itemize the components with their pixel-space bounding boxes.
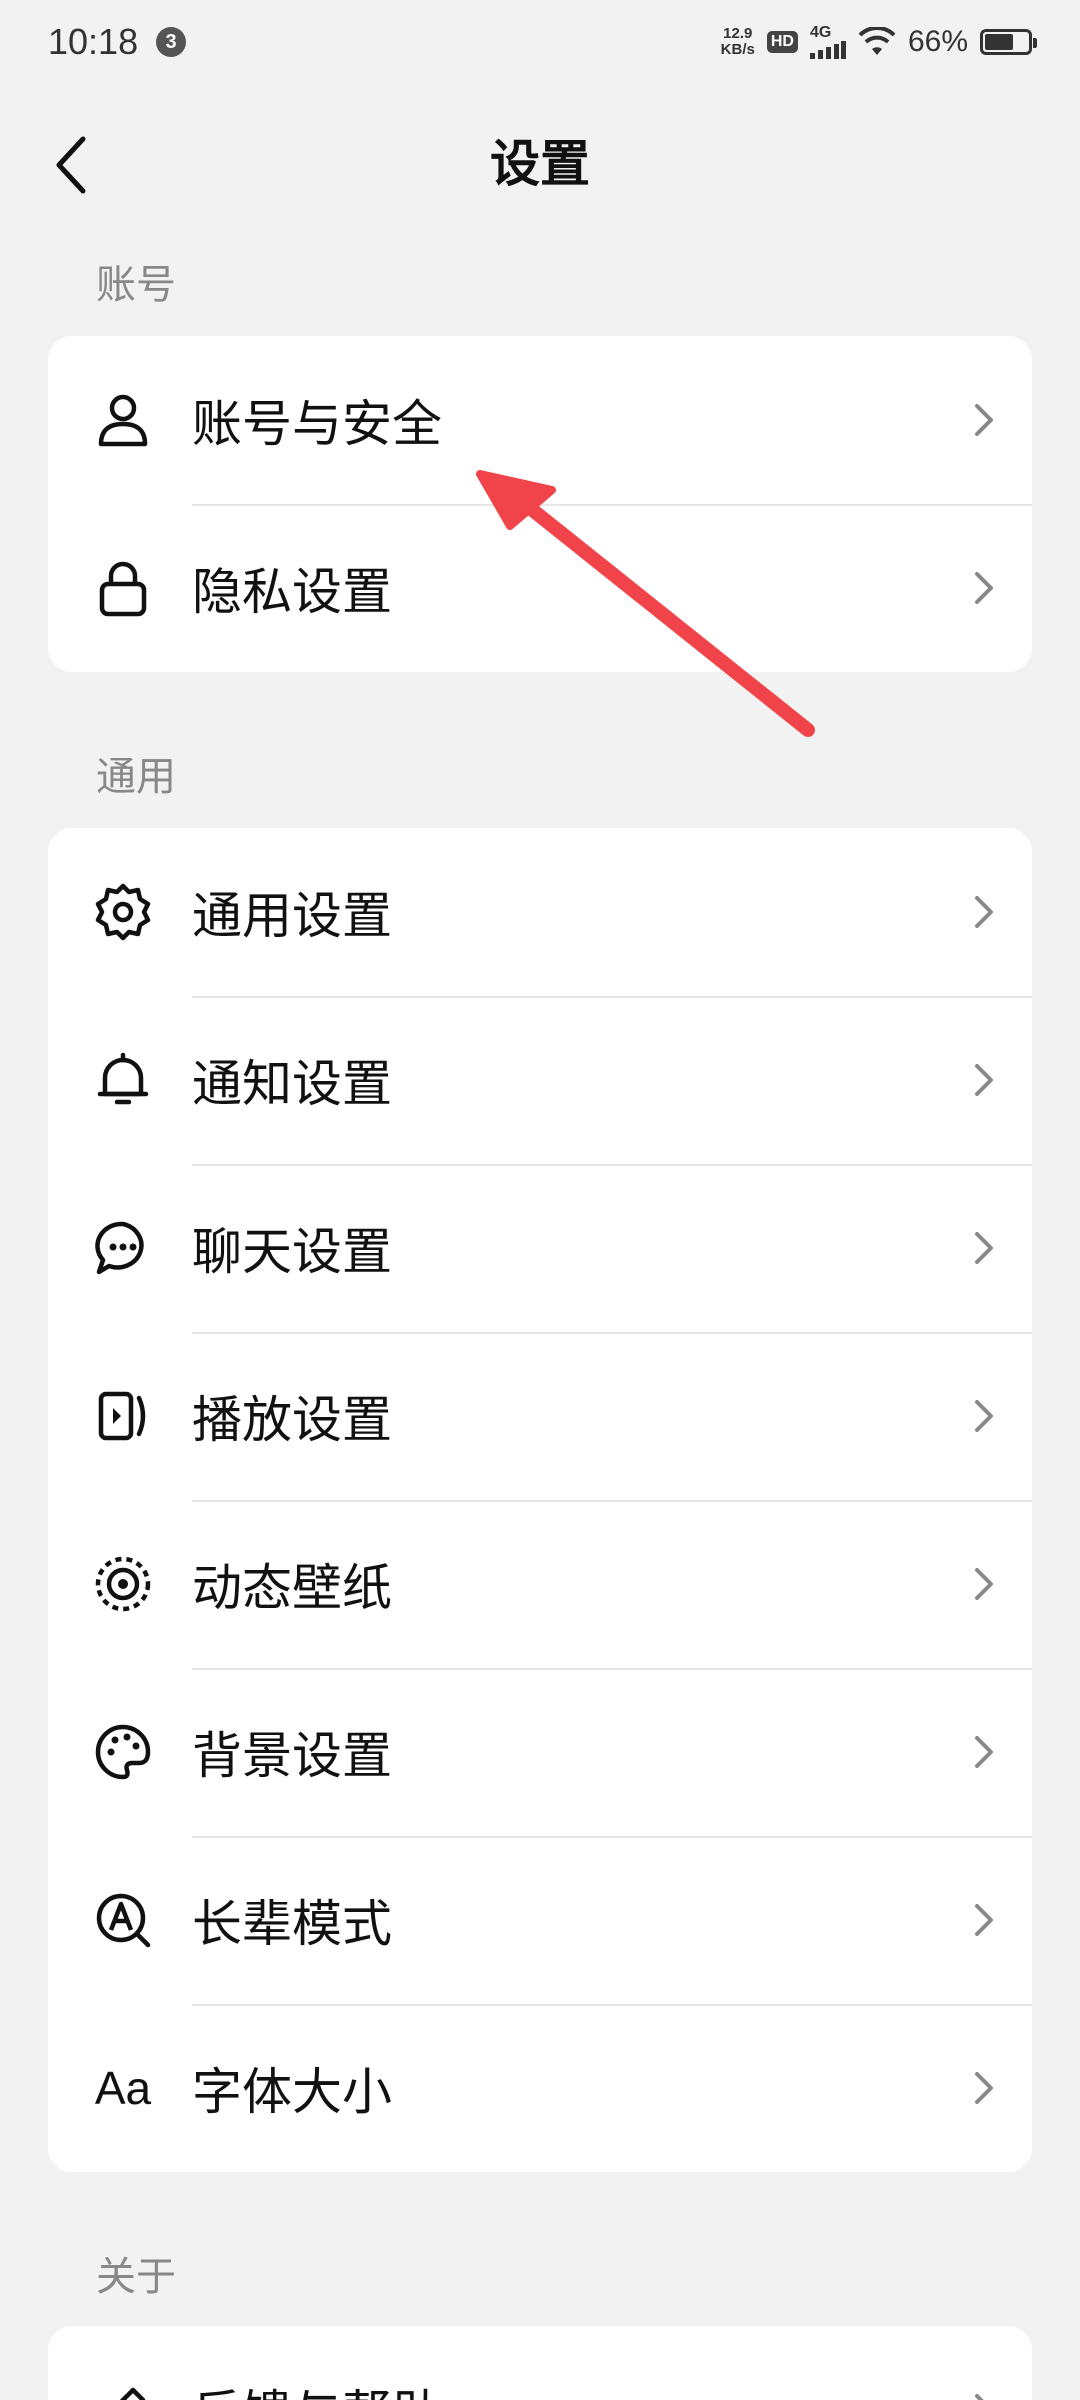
net-speed: 12.9 KB/s [721, 26, 755, 58]
font-size-icon-text: Aa [94, 2062, 152, 2114]
settings-item-label: 隐私设置 [192, 563, 392, 621]
chevron-right-icon [936, 892, 1032, 932]
status-left: 10:18 3 [48, 21, 187, 63]
settings-item-chat[interactable]: 聊天设置 [48, 1164, 1032, 1332]
bell-icon [48, 996, 192, 1164]
settings-item-label: 长辈模式 [192, 1895, 392, 1953]
battery-percent: 66% [907, 25, 968, 58]
user-icon [48, 336, 192, 504]
chevron-right-icon [936, 1732, 1032, 1772]
chevron-right-icon [936, 400, 1032, 440]
section-label-about: 关于 [96, 2254, 176, 2300]
notification-count-badge: 3 [156, 27, 187, 57]
settings-item-feedback[interactable]: 反馈与帮助 [48, 2326, 1032, 2400]
settings-item-account-security[interactable]: 账号与安全 [48, 336, 1032, 504]
chevron-right-icon [936, 2068, 1032, 2108]
lock-icon [48, 504, 192, 672]
status-time: 10:18 [48, 21, 139, 62]
chat-bubble-icon [48, 1164, 192, 1332]
font-size-icon: Aa [48, 2004, 192, 2172]
battery-fill [985, 34, 1013, 50]
hd-badge: HD [766, 31, 798, 53]
status-bar: 10:18 3 12.9 KB/s HD 4G 66% [0, 0, 1080, 84]
settings-item-live-wallpaper[interactable]: 动态壁纸 [48, 1500, 1032, 1668]
network-type: 4G [809, 24, 832, 41]
wifi-icon [858, 27, 896, 55]
battery-icon [980, 29, 1037, 55]
chevron-right-icon [936, 1060, 1032, 1100]
settings-item-label: 反馈与帮助 [192, 2374, 936, 2400]
header: 设置 [0, 110, 1080, 210]
settings-item-playback[interactable]: 播放设置 [48, 1332, 1032, 1500]
back-button[interactable] [36, 130, 106, 200]
net-speed-value: 12.9 [723, 25, 753, 42]
account-card: 账号与安全 隐私设置 [48, 336, 1032, 672]
chevron-right-icon [936, 1564, 1032, 1604]
settings-item-font-size[interactable]: Aa 字体大小 [48, 2004, 1032, 2172]
settings-item-label: 通知设置 [192, 1055, 392, 1113]
signal-bars-icon [809, 41, 846, 59]
settings-item-privacy[interactable]: 隐私设置 [48, 504, 1032, 672]
about-card: 反馈与帮助 [48, 2326, 1032, 2400]
net-speed-unit: KB/s [720, 41, 755, 58]
palette-icon [48, 1668, 192, 1836]
elder-mode-icon [48, 1836, 192, 2004]
general-card: 通用设置 通知设置 聊天设置 播放设置 动态壁纸 背景设置 长辈模式 Aa 字体… [48, 828, 1032, 2172]
settings-item-label: 背景设置 [192, 1727, 392, 1785]
settings-item-label: 通用设置 [192, 887, 392, 945]
chevron-left-icon [56, 136, 86, 194]
feedback-icon [48, 2326, 192, 2400]
settings-item-notification[interactable]: 通知设置 [48, 996, 1032, 1164]
settings-item-elder-mode[interactable]: 长辈模式 [48, 1836, 1032, 2004]
page-title: 设置 [490, 135, 590, 193]
signal-indicator: 4G [809, 24, 846, 59]
chevron-right-icon [936, 1900, 1032, 1940]
settings-item-background[interactable]: 背景设置 [48, 1668, 1032, 1836]
section-label-account: 账号 [96, 262, 176, 308]
gear-icon [48, 828, 192, 996]
chevron-right-icon [936, 2390, 1032, 2400]
chevron-right-icon [936, 1396, 1032, 1436]
settings-item-label: 字体大小 [192, 2063, 392, 2121]
settings-item-label: 账号与安全 [192, 395, 442, 453]
settings-item-general[interactable]: 通用设置 [48, 828, 1032, 996]
settings-item-label: 动态壁纸 [192, 1559, 392, 1617]
chevron-right-icon [936, 1228, 1032, 1268]
chevron-right-icon [936, 568, 1032, 608]
section-label-general: 通用 [96, 754, 176, 800]
status-right: 12.9 KB/s HD 4G 66% [721, 24, 1037, 59]
live-wallpaper-icon [48, 1500, 192, 1668]
settings-item-label: 聊天设置 [192, 1223, 392, 1281]
settings-item-label: 播放设置 [192, 1391, 392, 1449]
play-icon [48, 1332, 192, 1500]
